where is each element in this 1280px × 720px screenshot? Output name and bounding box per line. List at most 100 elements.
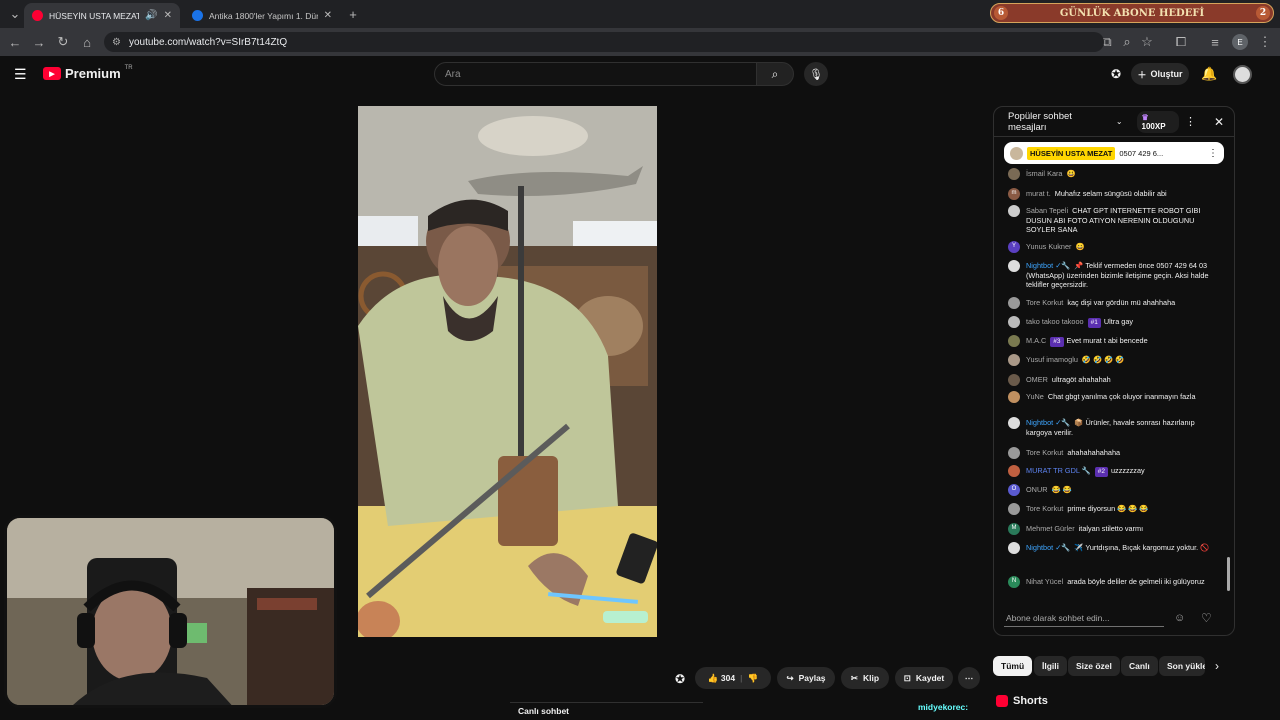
chat-message: O ONUR 😂 😂: [1008, 484, 1218, 496]
video-player[interactable]: [358, 106, 657, 637]
avatar[interactable]: [1008, 168, 1020, 180]
premium-brand-icon[interactable]: ✪: [1111, 67, 1121, 81]
chat-author[interactable]: ONUR: [1026, 485, 1048, 494]
save-label: Kaydet: [915, 673, 945, 683]
youtube-logo[interactable]: ▶ Premium TR: [43, 65, 133, 81]
avatar[interactable]: [1008, 465, 1020, 477]
extensions-icon[interactable]: ⧠: [1172, 33, 1190, 51]
chat-scrollbar-thumb[interactable]: [1227, 557, 1230, 591]
profile-avatar[interactable]: E: [1232, 34, 1248, 50]
chat-author[interactable]: OMER: [1026, 375, 1048, 384]
chat-author[interactable]: Yusuf imamoglu: [1026, 355, 1078, 364]
chat-author[interactable]: Mehmet Gürler: [1026, 524, 1075, 533]
chat-message-body: Nightbot ✓🔧 📦 Ürünler, havale sonrası haz…: [1026, 418, 1218, 437]
pinned-message[interactable]: HÜSEYİN USTA MEZAT 0507 429 6... ⋮: [1004, 142, 1224, 164]
avatar[interactable]: [1008, 391, 1020, 403]
chat-menu-icon[interactable]: ⋮: [1185, 115, 1196, 128]
chip-for-you[interactable]: Size özel: [1068, 656, 1120, 676]
chat-author[interactable]: murat t.: [1026, 189, 1051, 198]
chat-author[interactable]: tako takoo takooo: [1026, 317, 1084, 326]
avatar[interactable]: [1008, 354, 1020, 366]
audio-icon[interactable]: 🔊: [145, 10, 157, 21]
notifications-bell-icon[interactable]: 🔔: [1201, 66, 1217, 82]
chat-author[interactable]: Saban Tepeli: [1026, 206, 1068, 215]
bookmark-star-icon[interactable]: ☆: [1138, 33, 1156, 51]
browser-tab[interactable]: Antika 1800'ler Yapımı 1. Dünya ✕: [184, 3, 340, 28]
chat-mode-dropdown[interactable]: Popüler sohbet mesajları: [1008, 111, 1110, 133]
chat-author[interactable]: Tore Korkut: [1026, 298, 1063, 307]
chat-author[interactable]: Yunus Kukner: [1026, 242, 1071, 251]
chat-scrollbar[interactable]: [1226, 143, 1230, 603]
chat-text: uzzzzzzay: [1111, 466, 1145, 475]
chat-input[interactable]: Abone olarak sohbet edin...: [1004, 609, 1164, 627]
avatar[interactable]: [1008, 205, 1020, 217]
heart-icon[interactable]: ♡: [1201, 611, 1212, 625]
media-icon[interactable]: ≡: [1206, 33, 1224, 51]
hamburger-menu-icon[interactable]: ☰: [14, 66, 27, 83]
chat-author[interactable]: Nightbot ✓🔧: [1026, 543, 1070, 552]
home-icon[interactable]: ⌂: [78, 33, 96, 51]
avatar[interactable]: m: [1008, 188, 1020, 200]
voice-search-button[interactable]: 🎙: [804, 62, 828, 86]
chat-author[interactable]: Tore Korkut: [1026, 448, 1063, 457]
close-tab-icon[interactable]: ✕: [324, 10, 332, 21]
chat-author[interactable]: İsmail Kara: [1026, 169, 1063, 178]
avatar[interactable]: [1008, 542, 1020, 554]
chip-related[interactable]: İlgili: [1034, 656, 1067, 676]
avatar[interactable]: [1008, 417, 1020, 429]
avatar[interactable]: Y: [1008, 241, 1020, 253]
tab-search-icon[interactable]: ⌄: [6, 5, 24, 23]
avatar[interactable]: [1008, 260, 1020, 272]
browser-menu-icon[interactable]: ⋮: [1256, 33, 1274, 51]
chat-author[interactable]: Tore Korkut: [1026, 504, 1063, 513]
chat-text: 😃: [1066, 169, 1076, 178]
back-icon[interactable]: ←: [6, 33, 24, 51]
more-actions-button[interactable]: ⋯: [958, 667, 980, 689]
pinned-menu-icon[interactable]: ⋮: [1208, 148, 1218, 159]
account-avatar[interactable]: [1233, 65, 1252, 84]
reload-icon[interactable]: ↻: [54, 33, 72, 51]
forward-icon[interactable]: →: [30, 33, 48, 51]
search-input[interactable]: Ara: [434, 62, 757, 86]
chat-author[interactable]: YuNe: [1026, 392, 1044, 401]
emoji-icon[interactable]: ☺: [1174, 612, 1185, 624]
chip-recent[interactable]: Son yükle: [1159, 656, 1205, 676]
share-button[interactable]: ↪ Paylaş: [777, 667, 835, 689]
avatar[interactable]: [1008, 316, 1020, 328]
chat-text: ahahahahahaha: [1067, 448, 1121, 457]
new-tab-button[interactable]: +: [344, 5, 362, 23]
browser-tab-active[interactable]: HÜSEYİN USTA MEZAT kanalı 🔊 ✕: [24, 3, 180, 28]
chat-author[interactable]: Nightbot ✓🔧: [1026, 261, 1070, 270]
premium-download-icon[interactable]: ✪: [675, 672, 685, 686]
avatar[interactable]: [1008, 335, 1020, 347]
chip-live[interactable]: Canlı: [1121, 656, 1158, 676]
live-chat-tab[interactable]: Canlı sohbet: [510, 702, 703, 720]
avatar[interactable]: [1008, 503, 1020, 515]
address-bar[interactable]: ⚙ youtube.com/watch?v=SIrB7t14ZtQ: [104, 32, 1104, 52]
save-button[interactable]: ⊡ Kaydet: [895, 667, 953, 689]
chip-all[interactable]: Tümü: [993, 656, 1033, 676]
avatar[interactable]: [1008, 297, 1020, 309]
chat-author[interactable]: Nightbot ✓🔧: [1026, 418, 1070, 427]
chat-message: M.A.C #3 Evet murat t abi bencede: [1008, 335, 1218, 347]
like-button[interactable]: 👍 304: [708, 673, 735, 684]
clip-button[interactable]: ✂ Klip: [841, 667, 889, 689]
close-tab-icon[interactable]: ✕: [164, 10, 172, 21]
chat-author[interactable]: M.A.C: [1026, 336, 1046, 345]
close-chat-icon[interactable]: ✕: [1214, 115, 1224, 129]
create-button[interactable]: ＋ Oluştur: [1131, 63, 1189, 85]
chevron-right-icon[interactable]: ›: [1215, 659, 1219, 673]
avatar[interactable]: N: [1008, 576, 1020, 588]
chevron-down-icon[interactable]: ⌄: [1116, 117, 1123, 126]
site-info-icon[interactable]: ⚙: [112, 37, 121, 48]
chat-author[interactable]: MURAT TR GDL 🔧: [1026, 466, 1091, 475]
avatar[interactable]: [1008, 447, 1020, 459]
chat-author[interactable]: Nihat Yücel: [1026, 577, 1063, 586]
search-button[interactable]: ⌕: [756, 62, 794, 86]
thumb-down-icon[interactable]: 👎: [747, 673, 758, 684]
xp-badge[interactable]: ♛ 100XP: [1136, 110, 1179, 133]
avatar[interactable]: [1008, 374, 1020, 386]
avatar[interactable]: O: [1008, 484, 1020, 496]
avatar[interactable]: M: [1008, 523, 1020, 535]
zoom-icon[interactable]: ⌕: [1118, 33, 1136, 51]
